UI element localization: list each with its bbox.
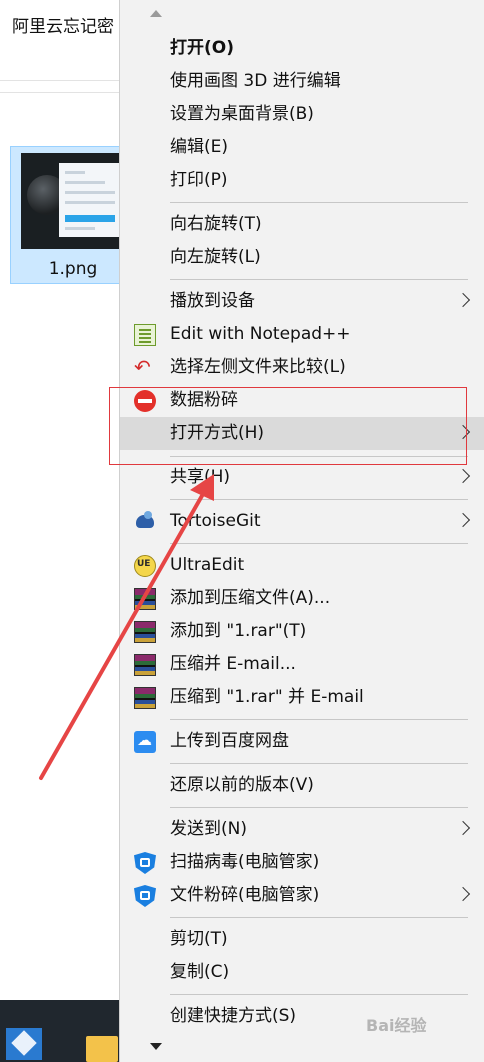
menu-item-label: 设置为桌面背景(B): [170, 104, 314, 124]
menu-item-label: 扫描病毒(电脑管家): [170, 852, 320, 872]
scroll-down-arrow-icon[interactable]: [150, 1043, 162, 1050]
menu-item-label: Edit with Notepad++: [170, 324, 351, 344]
file-item-1-png[interactable]: 1.png: [10, 146, 134, 284]
menu-item-file-shred[interactable]: 文件粉碎(电脑管家): [120, 879, 484, 912]
menu-item-label: 选择左侧文件来比较(L): [170, 357, 346, 377]
menu-item-cast-to-device[interactable]: 播放到设备: [120, 285, 484, 318]
menu-item-edit[interactable]: 编辑(E): [120, 131, 484, 164]
notepad-plus-plus-icon: [134, 324, 156, 346]
menu-item-ultraedit[interactable]: UltraEdit: [120, 549, 484, 582]
watermark: Bai经验: [366, 1016, 427, 1035]
divider: [0, 80, 130, 81]
menu-item-open[interactable]: 打开(O): [120, 32, 484, 65]
menu-item-label: 播放到设备: [170, 291, 255, 311]
menu-separator: [170, 719, 468, 720]
menu-item-label: 编辑(E): [170, 137, 229, 157]
menu-item-share[interactable]: 共享(H): [120, 461, 484, 494]
menu-item-add-to-1-rar[interactable]: 添加到 "1.rar"(T): [120, 615, 484, 648]
scroll-up-arrow-icon[interactable]: [150, 10, 162, 17]
menu-item-label: 打印(P): [170, 170, 228, 190]
winrar-icon: [134, 621, 156, 643]
annotation-highlight-box: [109, 387, 467, 465]
menu-item-rotate-left[interactable]: 向左旋转(L): [120, 241, 484, 274]
menu-item-restore-previous-versions[interactable]: 还原以前的版本(V): [120, 769, 484, 802]
window-title-bar: 阿里云忘记密: [0, 0, 130, 80]
menu-item-label: 共享(H): [170, 467, 231, 487]
compare-icon: [134, 355, 156, 379]
menu-item-edit-with-notepad-plus-plus[interactable]: Edit with Notepad++: [120, 318, 484, 351]
virtualbox-icon[interactable]: [6, 1028, 42, 1060]
menu-item-label: 向右旋转(T): [170, 214, 262, 234]
divider: [0, 92, 130, 93]
menu-item-set-desktop-background[interactable]: 设置为桌面背景(B): [120, 98, 484, 131]
menu-item-label: 复制(C): [170, 962, 230, 982]
menu-item-scan-virus[interactable]: 扫描病毒(电脑管家): [120, 846, 484, 879]
menu-separator: [170, 917, 468, 918]
menu-item-label: 压缩并 E-mail...: [170, 654, 296, 674]
menu-separator: [170, 763, 468, 764]
menu-item-create-shortcut[interactable]: 创建快捷方式(S): [120, 1000, 484, 1033]
winrar-icon: [134, 654, 156, 676]
file-thumbnail: [21, 153, 125, 249]
pc-manager-shield-icon: [134, 852, 156, 874]
menu-item-label: 打开(O): [170, 38, 234, 58]
chevron-right-icon: [455, 820, 471, 836]
ultraedit-icon: [134, 555, 156, 577]
menu-item-label: 上传到百度网盘: [170, 731, 289, 751]
file-name-label: 1.png: [48, 259, 98, 279]
menu-item-tortoisegit[interactable]: TortoiseGit: [120, 505, 484, 538]
menu-item-add-to-archive[interactable]: 添加到压缩文件(A)...: [120, 582, 484, 615]
menu-item-compress-to-1-rar-and-email[interactable]: 压缩到 "1.rar" 并 E-mail: [120, 681, 484, 714]
menu-item-cut[interactable]: 剪切(T): [120, 923, 484, 956]
menu-separator: [170, 499, 468, 500]
menu-separator: [170, 279, 468, 280]
menu-item-edit-with-paint-3d[interactable]: 使用画图 3D 进行编辑: [120, 65, 484, 98]
menu-item-label: 向左旋转(L): [170, 247, 261, 267]
menu-separator: [170, 807, 468, 808]
menu-separator: [170, 994, 468, 995]
menu-item-compress-and-email[interactable]: 压缩并 E-mail...: [120, 648, 484, 681]
menu-item-rotate-right[interactable]: 向右旋转(T): [120, 208, 484, 241]
chevron-right-icon: [455, 886, 471, 902]
winrar-icon: [134, 687, 156, 709]
menu-item-label: 使用画图 3D 进行编辑: [170, 71, 341, 91]
tortoisegit-icon: [134, 511, 156, 533]
menu-item-label: 添加到 "1.rar"(T): [170, 621, 307, 641]
baidu-netdisk-icon: [134, 731, 156, 753]
menu-item-print[interactable]: 打印(P): [120, 164, 484, 197]
menu-item-label: 剪切(T): [170, 929, 228, 949]
menu-item-upload-to-baidu[interactable]: 上传到百度网盘: [120, 725, 484, 758]
menu-item-label: 压缩到 "1.rar" 并 E-mail: [170, 687, 364, 707]
context-menu: 打开(O) 使用画图 3D 进行编辑 设置为桌面背景(B) 编辑(E) 打印(P…: [119, 0, 484, 1062]
menu-item-compare-left-file[interactable]: 选择左侧文件来比较(L): [120, 351, 484, 384]
menu-item-label: UltraEdit: [170, 555, 245, 575]
menu-item-label: 添加到压缩文件(A)...: [170, 588, 331, 608]
file-explorer-icon[interactable]: [86, 1036, 118, 1062]
window-title: 阿里云忘记密: [12, 17, 114, 37]
chevron-right-icon: [455, 292, 471, 308]
menu-separator: [170, 543, 468, 544]
winrar-icon: [134, 588, 156, 610]
menu-item-label: 还原以前的版本(V): [170, 775, 314, 795]
menu-item-label: 文件粉碎(电脑管家): [170, 885, 320, 905]
menu-item-copy[interactable]: 复制(C): [120, 956, 484, 989]
menu-item-label: TortoiseGit: [170, 511, 261, 531]
chevron-right-icon: [455, 512, 471, 528]
chevron-right-icon: [455, 468, 471, 484]
menu-item-label: 发送到(N): [170, 819, 247, 839]
pc-manager-shield-icon: [134, 885, 156, 907]
menu-item-send-to[interactable]: 发送到(N): [120, 813, 484, 846]
menu-item-label: 创建快捷方式(S): [170, 1006, 297, 1026]
menu-separator: [170, 202, 468, 203]
